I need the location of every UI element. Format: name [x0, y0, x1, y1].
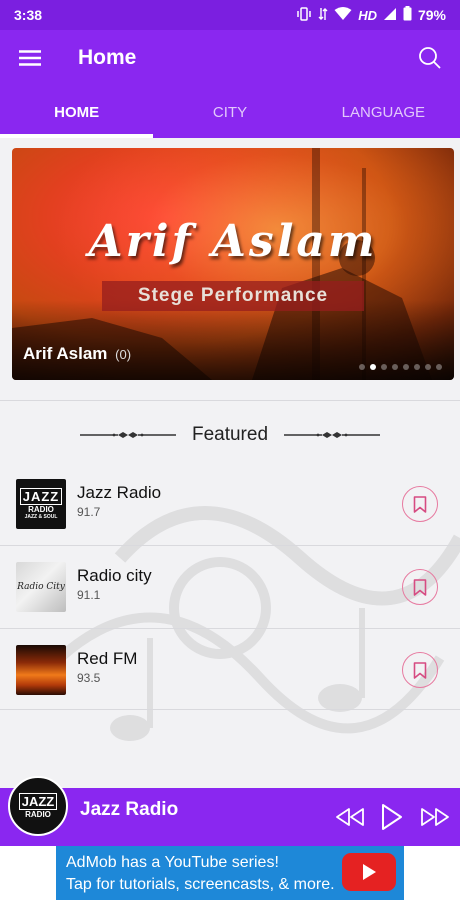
- banner-art-subtitle: Stege Performance: [102, 281, 364, 311]
- bookmark-button[interactable]: [402, 486, 438, 522]
- network-type: HD: [358, 7, 377, 23]
- banner-dot[interactable]: [403, 364, 409, 370]
- battery-level: 79%: [417, 7, 446, 23]
- featured-banner[interactable]: Arif Aslam Stege Performance Arif Aslam …: [12, 148, 454, 380]
- banner-dot[interactable]: [436, 364, 442, 370]
- play-button[interactable]: [375, 800, 409, 834]
- jazz-logo-line2: RADIO: [28, 505, 54, 514]
- station-name: Jazz Radio: [77, 483, 162, 502]
- banner-dot[interactable]: [370, 364, 376, 370]
- ad-content[interactable]: AdMob has a YouTube series! Tap for tuto…: [56, 846, 404, 900]
- banner-pagination: [359, 364, 442, 370]
- station-frequency: 91.1: [77, 588, 101, 602]
- status-time: 3:38: [14, 7, 43, 23]
- station-name: Radio city: [77, 566, 152, 585]
- now-playing-logo-line2: RADIO: [25, 810, 51, 819]
- signal-icon: [383, 7, 397, 24]
- jazz-radio-logo-text: JAZZ RADIO JAZZ & SOUL: [19, 488, 63, 520]
- banner-art-title: Arif Aslam: [88, 216, 378, 267]
- featured-header: Featured: [0, 420, 460, 450]
- vibrate-icon: [296, 6, 312, 24]
- content-area: Arif Aslam Stege Performance Arif Aslam …: [0, 138, 460, 788]
- divider: [0, 400, 460, 401]
- divider: [0, 709, 460, 710]
- bookmark-button[interactable]: [402, 569, 438, 605]
- search-button[interactable]: [400, 30, 460, 86]
- jazz-logo-line3: JAZZ & SOUL: [24, 514, 58, 520]
- station-row[interactable]: Radio City Radio city 91.1: [0, 546, 460, 628]
- station-name: Red FM: [77, 649, 138, 668]
- radio-city-logo: Radio City: [16, 562, 66, 612]
- banner-dot[interactable]: [359, 364, 365, 370]
- station-row[interactable]: Red FM 93.5: [0, 629, 460, 711]
- banner-dot[interactable]: [414, 364, 420, 370]
- page-title: Home: [78, 46, 137, 69]
- tab-home[interactable]: HOME: [0, 86, 154, 138]
- banner-caption-count: (0): [115, 347, 132, 362]
- banner-caption: Arif Aslam (0): [23, 344, 131, 364]
- bookmark-button[interactable]: [402, 652, 438, 688]
- now-playing-logo: JAZZ RADIO: [18, 793, 58, 819]
- tab-bar: HOME CITY LANGUAGE: [0, 86, 460, 138]
- now-playing-logo-line1: JAZZ: [18, 793, 58, 810]
- right-ornament-icon: [284, 432, 381, 438]
- rewind-button[interactable]: [333, 800, 367, 834]
- status-icons: HD 79%: [296, 6, 446, 24]
- fast-forward-button[interactable]: [418, 800, 452, 834]
- featured-heading: Featured: [191, 424, 269, 445]
- station-frequency: 91.7: [77, 505, 101, 519]
- fast-forward-icon: [421, 808, 449, 826]
- search-icon: [419, 47, 441, 69]
- now-playing-title: Jazz Radio: [80, 799, 179, 820]
- status-bar: 3:38 HD 79%: [0, 0, 460, 30]
- hamburger-menu-icon: [19, 50, 41, 66]
- rewind-icon: [336, 808, 364, 826]
- now-playing-artwork: JAZZ RADIO: [8, 776, 68, 836]
- jazz-radio-logo: JAZZ RADIO JAZZ & SOUL: [16, 479, 66, 529]
- radio-city-logo-text: Radio City: [17, 582, 65, 592]
- bookmark-icon: [413, 578, 427, 596]
- youtube-logo-icon: [342, 853, 396, 891]
- play-icon: [382, 804, 402, 830]
- left-ornament-icon: [79, 432, 176, 438]
- now-playing-bar[interactable]: JAZZ RADIO Jazz Radio: [0, 776, 460, 846]
- station-row[interactable]: JAZZ RADIO JAZZ & SOUL Jazz Radio 91.7: [0, 463, 460, 545]
- banner-dot[interactable]: [392, 364, 398, 370]
- banner-dot[interactable]: [381, 364, 387, 370]
- menu-button[interactable]: [0, 30, 60, 86]
- wifi-icon: [334, 6, 352, 24]
- tab-city[interactable]: CITY: [153, 86, 306, 138]
- app-bar: Home: [0, 30, 460, 86]
- tab-language[interactable]: LANGUAGE: [307, 86, 460, 138]
- station-frequency: 93.5: [77, 671, 101, 685]
- jazz-logo-line1: JAZZ: [19, 488, 63, 505]
- battery-icon: [403, 6, 412, 24]
- banner-dot[interactable]: [425, 364, 431, 370]
- ad-line2: Tap for tutorials, screencasts, & more.: [66, 876, 335, 893]
- bookmark-icon: [413, 495, 427, 513]
- banner-caption-name: Arif Aslam: [23, 344, 108, 363]
- ad-banner[interactable]: AdMob has a YouTube series! Tap for tuto…: [0, 846, 460, 900]
- bookmark-icon: [413, 661, 427, 679]
- ad-line1: AdMob has a YouTube series!: [66, 854, 279, 871]
- data-arrows-icon: [318, 7, 328, 24]
- red-fm-image: [16, 645, 66, 695]
